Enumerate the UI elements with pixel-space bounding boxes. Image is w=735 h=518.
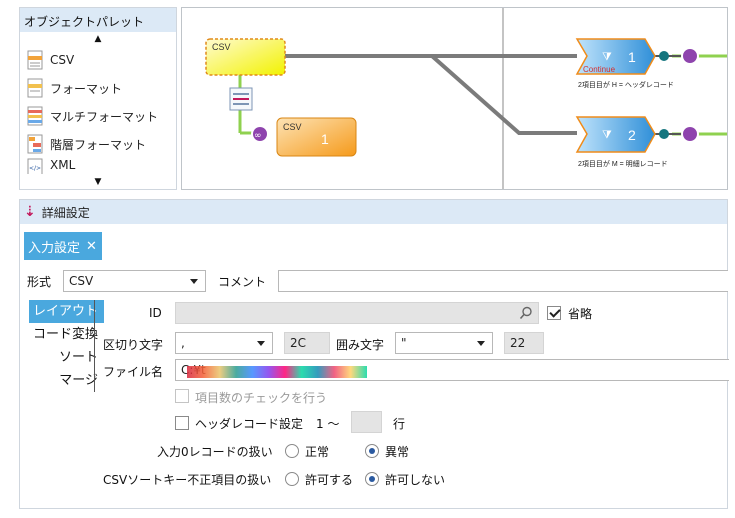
palette-scroll-up-icon[interactable]: ▲ — [20, 32, 176, 46]
zero-record-error-radio[interactable] — [365, 444, 379, 458]
delimiter-select[interactable]: , — [175, 332, 273, 354]
palette-item-label: 階層フォーマット — [50, 137, 147, 152]
search-icon[interactable] — [519, 306, 533, 320]
quote-value: " — [401, 336, 407, 350]
zero-record-normal-radio[interactable] — [285, 444, 299, 458]
filter-icon: ⧩ — [602, 128, 612, 141]
delimiter-label: 区切り文字 — [103, 338, 164, 352]
csv-target-number: 1 — [321, 131, 329, 147]
format-select[interactable]: CSV — [63, 270, 206, 292]
detail-settings-panel: ⇣ 詳細設定 入力設定 ✕ 形式 CSV コメント レイアウト コード変換 ソー… — [19, 199, 729, 509]
palette-item-csv[interactable]: CSV — [20, 46, 176, 74]
header-record-unit: 行 — [393, 417, 406, 431]
palette-scroll-down-icon[interactable]: ▼ — [20, 175, 176, 189]
side-nav-layout[interactable]: レイアウト — [29, 300, 104, 323]
palette-item-label: XML — [50, 158, 76, 172]
tab-input-settings[interactable]: 入力設定 ✕ — [24, 232, 102, 260]
palette-title: オブジェクトパレット — [20, 8, 176, 32]
sortkey-deny-label: 許可しない — [385, 473, 446, 487]
link-connector-icon — [681, 47, 699, 65]
redacted-path-mask — [187, 366, 367, 378]
palette-item-label: マルチフォーマット — [50, 109, 159, 124]
side-nav-merge[interactable]: マージ — [29, 369, 104, 392]
header-record-count-input[interactable] — [351, 411, 382, 433]
format-select-value: CSV — [69, 274, 94, 288]
splitter2-caption: 2項目目が M = 明細レコード — [578, 159, 668, 168]
id-input[interactable] — [175, 302, 539, 324]
omit-checkbox[interactable] — [547, 306, 561, 320]
zero-record-error-label: 異常 — [385, 445, 410, 459]
zero-record-label: 入力0レコードの扱い — [157, 445, 273, 459]
filter-icon: ⧩ — [602, 50, 612, 63]
detail-header[interactable]: ⇣ 詳細設定 — [20, 200, 727, 224]
splitter1-badge: Continue — [583, 65, 616, 74]
side-nav-divider — [94, 300, 95, 392]
xml-file-icon: </> — [27, 158, 43, 174]
splitter-node-2 — [575, 116, 656, 153]
format-label: 形式 — [27, 275, 52, 289]
hierarchy-format-icon — [27, 134, 43, 154]
svg-text:</>: </> — [29, 165, 41, 172]
object-palette: オブジェクトパレット ▲ CSV フォーマット マルチフォーマット 階層フォーマ… — [19, 7, 177, 190]
format-file-icon — [27, 78, 43, 98]
palette-item-hierarchy-format[interactable]: 階層フォーマット — [20, 130, 176, 158]
side-nav-sort[interactable]: ソート — [29, 346, 104, 369]
quote-label: 囲み文字 — [336, 338, 385, 352]
palette-item-format[interactable]: フォーマット — [20, 74, 176, 102]
sortkey-deny-radio[interactable] — [365, 472, 379, 486]
quote-hex: 22 — [504, 332, 544, 354]
flow-canvas[interactable]: CSV ∞ CSV 1 ⧩ 1 Continue 2項目目が H = ヘッダレコ… — [181, 7, 728, 190]
delimiter-value: , — [181, 336, 185, 350]
sortkey-label: CSVソートキー不正項目の扱い — [103, 473, 272, 487]
id-label: ID — [149, 306, 162, 320]
chevron-down-icon — [190, 279, 198, 284]
item-count-checkbox[interactable] — [175, 389, 189, 403]
multi-format-icon — [27, 106, 43, 126]
palette-item-label: フォーマット — [50, 81, 123, 96]
close-icon[interactable]: ✕ — [86, 239, 97, 254]
sortkey-allow-label: 許可する — [305, 473, 354, 487]
quote-select[interactable]: " — [395, 332, 493, 354]
filename-label: ファイル名 — [103, 365, 164, 379]
splitter2-number: 2 — [628, 127, 636, 143]
zero-record-normal-label: 正常 — [305, 445, 330, 459]
palette-item-multi-format[interactable]: マルチフォーマット — [20, 102, 176, 130]
flow-diagram: CSV ∞ CSV 1 ⧩ 1 Continue 2項目目が H = ヘッダレコ… — [205, 8, 727, 189]
csv-file-icon — [27, 50, 43, 70]
palette-item-xml[interactable]: </> XML — [20, 158, 176, 174]
mapping-icon — [229, 87, 253, 111]
chevron-down-icon — [477, 341, 485, 346]
splitter1-number: 1 — [628, 49, 636, 65]
svg-text:∞: ∞ — [254, 131, 262, 141]
side-nav: レイアウト コード変換 ソート マージ — [29, 300, 104, 392]
item-count-check-label: 項目数のチェックを行う — [195, 391, 328, 405]
header-record-checkbox[interactable] — [175, 416, 189, 430]
header-record-from: 1 ～ — [316, 417, 340, 431]
csv-target-label: CSV — [283, 122, 302, 132]
connector-line — [430, 54, 577, 135]
splitter1-output-dot — [659, 51, 669, 61]
palette-item-label: CSV — [50, 53, 75, 67]
delimiter-hex: 2C — [284, 332, 330, 354]
csv-source-label: CSV — [212, 42, 231, 52]
tab-label: 入力設定 — [28, 240, 81, 256]
side-nav-code-conversion[interactable]: コード変換 — [29, 323, 104, 346]
omit-label: 省略 — [568, 307, 593, 321]
arrow-down-icon[interactable]: ⇣ — [24, 204, 36, 220]
comment-input[interactable] — [278, 270, 728, 292]
sortkey-allow-radio[interactable] — [285, 472, 299, 486]
header-record-label: ヘッダレコード設定 — [195, 417, 304, 431]
chevron-down-icon — [257, 341, 265, 346]
detail-header-title: 詳細設定 — [41, 205, 90, 220]
splitter2-output-dot — [659, 129, 669, 139]
comment-label: コメント — [218, 275, 267, 289]
link-connector-icon — [681, 125, 699, 143]
splitter1-caption: 2項目目が H = ヘッダレコード — [578, 80, 674, 89]
